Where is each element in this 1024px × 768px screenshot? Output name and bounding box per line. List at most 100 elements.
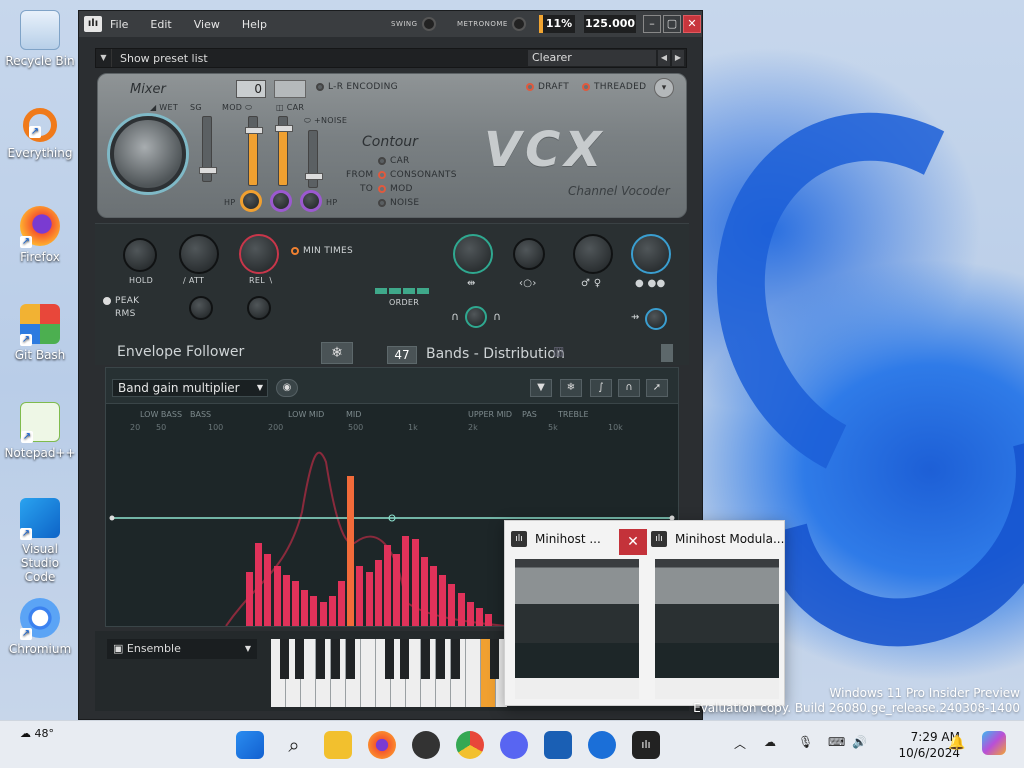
threaded-toggle[interactable]: THREADED (582, 82, 646, 92)
band-bar[interactable] (411, 539, 419, 626)
formant-knob[interactable] (465, 306, 487, 328)
desktop-icon-notepad-plus-plus[interactable]: ↗ Notepad++ (4, 402, 76, 460)
desktop-icon-recycle-bin[interactable]: Recycle Bin (4, 10, 76, 68)
thumbnail-window-1[interactable]: ılı Minihost ... ✕ (511, 527, 647, 701)
band-bar[interactable] (319, 602, 327, 626)
thumbnail-window-2[interactable]: ılı Minihost Modula... (651, 527, 785, 701)
band-bar[interactable] (301, 590, 309, 626)
network-icon[interactable]: ⌨ (828, 735, 845, 749)
firefox-taskbar-icon[interactable] (368, 731, 396, 759)
volume-icon[interactable]: 🔊 (852, 735, 867, 749)
preset-list-toggle-icon[interactable]: ▼ (96, 49, 112, 67)
min-times-toggle[interactable]: MIN TIMES (291, 246, 353, 256)
menu-view[interactable]: View (194, 18, 220, 31)
sg-fader[interactable] (199, 116, 217, 182)
graph-lips-icon[interactable]: ◉ (276, 379, 298, 397)
band-bar[interactable] (485, 614, 493, 626)
hold-knob[interactable] (123, 238, 157, 272)
hp-knob-2[interactable] (270, 190, 292, 212)
preset-next-icon[interactable]: ▶ (672, 50, 684, 66)
voices-knob[interactable] (631, 234, 671, 274)
rel-knob[interactable] (239, 234, 279, 274)
band-bar[interactable] (273, 566, 281, 626)
band-bar[interactable] (255, 543, 263, 626)
wet-knob[interactable] (110, 116, 186, 192)
preset-prev-icon[interactable]: ◀ (658, 50, 670, 66)
band-bar[interactable] (264, 554, 272, 626)
draft-toggle[interactable]: DRAFT (526, 82, 569, 92)
minihost-taskbar-icon[interactable]: ılı (632, 731, 660, 759)
app-taskbar-icon[interactable] (412, 731, 440, 759)
desktop-icon-vscode[interactable]: ↗ Visual Studio Code (4, 498, 76, 584)
band-bar[interactable] (457, 593, 465, 626)
noise-fader[interactable] (305, 130, 323, 188)
copilot-icon[interactable] (982, 731, 1006, 755)
band-bar[interactable] (420, 557, 428, 626)
mod-value[interactable]: 0 (236, 80, 266, 98)
rel-curve-knob[interactable] (247, 296, 271, 320)
car-fader[interactable] (275, 116, 293, 186)
graph-curve-icon[interactable]: ∫ (590, 379, 612, 397)
desktop-icon-chromium[interactable]: ↗ Chromium (4, 598, 76, 656)
contour-mod[interactable]: MOD (378, 184, 413, 194)
hp-knob-1[interactable] (240, 190, 262, 212)
search-icon[interactable]: ⌕ (280, 731, 308, 759)
peak-option[interactable]: PEAK (103, 296, 139, 306)
pan-knob[interactable] (513, 238, 545, 270)
band-bar[interactable] (402, 536, 410, 626)
ensemble-select[interactable]: ▣ Ensemble ▼ (107, 639, 257, 659)
car-value[interactable] (274, 80, 306, 98)
band-bar[interactable] (347, 476, 355, 626)
discord-taskbar-icon[interactable] (500, 731, 528, 759)
metronome-knob[interactable] (511, 17, 526, 31)
menu-help[interactable]: Help (242, 18, 267, 31)
att-curve-knob[interactable] (189, 296, 213, 320)
metronome-control[interactable]: METRONOME (457, 17, 526, 31)
width-knob[interactable] (645, 308, 667, 330)
mod-fader[interactable] (245, 116, 263, 186)
piano-black-keys[interactable] (271, 639, 507, 679)
band-bar[interactable] (246, 572, 253, 626)
close-button[interactable]: ✕ (683, 15, 701, 33)
notification-bell-icon[interactable]: 🔔 (948, 735, 965, 751)
contour-noise[interactable]: NOISE (378, 198, 419, 208)
swing-knob[interactable] (421, 17, 436, 31)
band-bar[interactable] (338, 581, 345, 626)
bands-count[interactable]: 47 (387, 346, 417, 364)
weather-widget[interactable]: ☁ 48° (20, 727, 54, 740)
thumbnail-close-button[interactable]: ✕ (619, 529, 647, 555)
file-explorer-icon[interactable] (324, 731, 352, 759)
preset-selector[interactable]: Clearer (528, 50, 656, 66)
start-icon[interactable] (236, 731, 264, 759)
audio-taskbar-icon[interactable] (588, 731, 616, 759)
onedrive-icon[interactable]: ☁ (764, 735, 776, 749)
contour-car[interactable]: CAR (378, 156, 410, 166)
show-preset-list[interactable]: Show preset list (120, 52, 208, 65)
options-menu-icon[interactable]: ▾ (654, 78, 674, 98)
band-bar[interactable] (430, 566, 437, 626)
stereo-knob[interactable] (453, 234, 493, 274)
gender-knob[interactable] (573, 234, 613, 274)
rms-option[interactable]: RMS (115, 309, 136, 319)
graph-arrow-icon[interactable]: ➚ (646, 379, 668, 397)
swing-control[interactable]: SWING (391, 17, 436, 31)
band-bar[interactable] (393, 554, 401, 626)
desktop-icon-git-bash[interactable]: ↗ Git Bash (4, 304, 76, 362)
band-bar[interactable] (476, 608, 483, 626)
band-bar[interactable] (439, 575, 447, 626)
lr-encoding-toggle[interactable]: L-R ENCODING (316, 82, 398, 92)
maximize-button[interactable]: ▢ (663, 15, 681, 33)
chrome-taskbar-icon[interactable] (456, 731, 484, 759)
menu-edit[interactable]: Edit (150, 18, 171, 31)
tempo-display[interactable]: 125.000 (584, 15, 636, 33)
band-bar[interactable] (328, 596, 336, 626)
menu-file[interactable]: File (110, 18, 128, 31)
window-titlebar[interactable]: ılı File Edit View Help SWING METRONOME … (79, 11, 702, 37)
desktop-icon-everything[interactable]: ↗ Everything (4, 108, 76, 160)
tray-chevron-icon[interactable]: ︿ (734, 735, 746, 752)
editor-taskbar-icon[interactable] (544, 731, 572, 759)
band-bar[interactable] (282, 575, 290, 626)
freeze-icon[interactable]: ❄ (321, 342, 353, 364)
band-bar[interactable] (466, 602, 474, 626)
band-bar[interactable] (374, 560, 382, 626)
